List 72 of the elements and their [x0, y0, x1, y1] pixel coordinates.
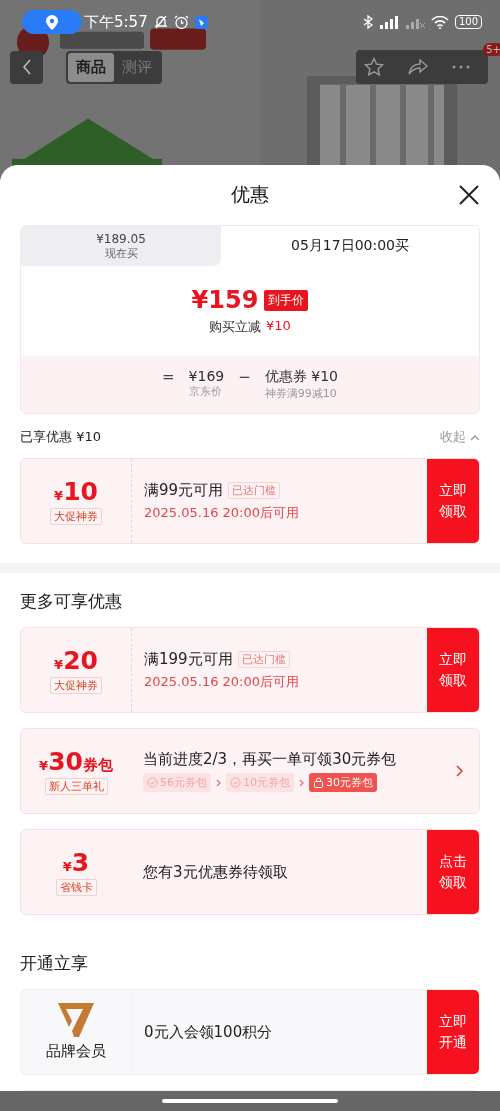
- star-icon[interactable]: [364, 57, 384, 77]
- claim-button[interactable]: 立即领取: [427, 459, 479, 543]
- buy-time-tab[interactable]: ¥189.05 现在买: [21, 226, 221, 266]
- join-button[interactable]: 立即开通: [427, 990, 479, 1074]
- more-icon[interactable]: [452, 65, 470, 69]
- sheet-title: 优惠: [231, 182, 269, 207]
- v-logo-icon: [58, 1003, 94, 1037]
- threshold-tag: 已达门槛: [237, 650, 290, 668]
- coupon-title: 您有3元优惠券待领取: [143, 862, 288, 882]
- coupon-title: 满199元可用: [144, 649, 233, 669]
- back-button[interactable]: [10, 50, 43, 84]
- member-name: 品牌会员: [46, 1042, 106, 1061]
- status-time: 下午5:57: [84, 12, 148, 32]
- coupon-date: 2025.05.16 20:00后可用: [144, 672, 301, 691]
- alarm-icon: [173, 14, 189, 30]
- currency-sign: ¥: [54, 488, 64, 503]
- coupon-title: 当前进度2/3，再买一单可领30元券包: [143, 750, 397, 769]
- currency-sign: ¥: [39, 758, 49, 773]
- chevron-icon[interactable]: [456, 765, 463, 777]
- equals-sign: =: [162, 368, 175, 386]
- final-price: ¥159: [191, 286, 259, 314]
- coupon-amount: 3: [71, 848, 90, 877]
- bell-off-icon: [153, 15, 168, 29]
- share-icon[interactable]: [408, 58, 428, 76]
- reduce-label: 购买立减: [209, 318, 262, 336]
- coupon-price: 优惠券 ¥10: [264, 368, 338, 386]
- currency-sign: ¥: [62, 859, 72, 874]
- claim-button[interactable]: 立即领取: [427, 628, 479, 712]
- coupon-title: 满99元可用: [144, 480, 224, 500]
- chevron-icon: [470, 433, 480, 441]
- coupon-amount: 30: [48, 747, 83, 776]
- final-price-tag: 到手价: [264, 289, 309, 311]
- bluetooth-icon: [362, 15, 373, 29]
- signal-icon: [378, 15, 399, 29]
- lock-icon: [313, 777, 324, 788]
- base-price-label: 京东价: [188, 384, 223, 399]
- coupon-amount: 10: [63, 477, 98, 506]
- progress-step: 30元券包: [309, 773, 377, 792]
- location-pill[interactable]: [22, 10, 82, 34]
- progress-step: 10元券包: [226, 773, 294, 792]
- minus-sign: −: [238, 368, 251, 386]
- battery-level: 100: [454, 15, 482, 29]
- claim-button[interactable]: 点击领取: [427, 830, 479, 914]
- threshold-tag: 已达门槛: [228, 481, 281, 499]
- close-icon[interactable]: [459, 185, 479, 205]
- page-tab[interactable]: 测评: [114, 52, 160, 82]
- location-pin-icon: [46, 14, 58, 30]
- page-tab[interactable]: 商品: [68, 52, 114, 82]
- coupon-date: 2025.05.16 20:00后可用: [144, 503, 301, 522]
- coupon-amount: 20: [63, 646, 98, 675]
- back-icon: [21, 59, 32, 75]
- coupon-tag: 大促神券: [50, 508, 102, 525]
- coupon-price-label: 神券满99减10: [264, 386, 338, 401]
- coupon-unit: 券包: [82, 756, 113, 775]
- coupon-tag: 大促神券: [50, 677, 102, 694]
- currency-sign: ¥: [54, 657, 64, 672]
- check-circle-icon: [147, 777, 158, 788]
- coupon-tag: 新人三单礼: [44, 778, 108, 795]
- member-offer: 0元入会领100积分: [144, 1022, 274, 1042]
- notification-badge: 5+: [483, 43, 500, 56]
- wifi-icon: [430, 15, 449, 29]
- section-title: 更多可享优惠: [19, 590, 123, 613]
- enjoyed-discount: 已享优惠 ¥10: [20, 428, 101, 446]
- reduce-amount: ¥10: [266, 318, 291, 335]
- coupon-tag: 省钱卡: [55, 879, 97, 896]
- check-circle-icon: [230, 777, 241, 788]
- section-title: 开通立享: [19, 952, 89, 975]
- collapse-toggle[interactable]: 收起: [440, 428, 480, 446]
- chevron-icon: [299, 778, 304, 787]
- progress-step: 56元券包: [143, 773, 211, 792]
- chevron-icon: [216, 778, 221, 787]
- base-price: ¥169: [188, 368, 225, 384]
